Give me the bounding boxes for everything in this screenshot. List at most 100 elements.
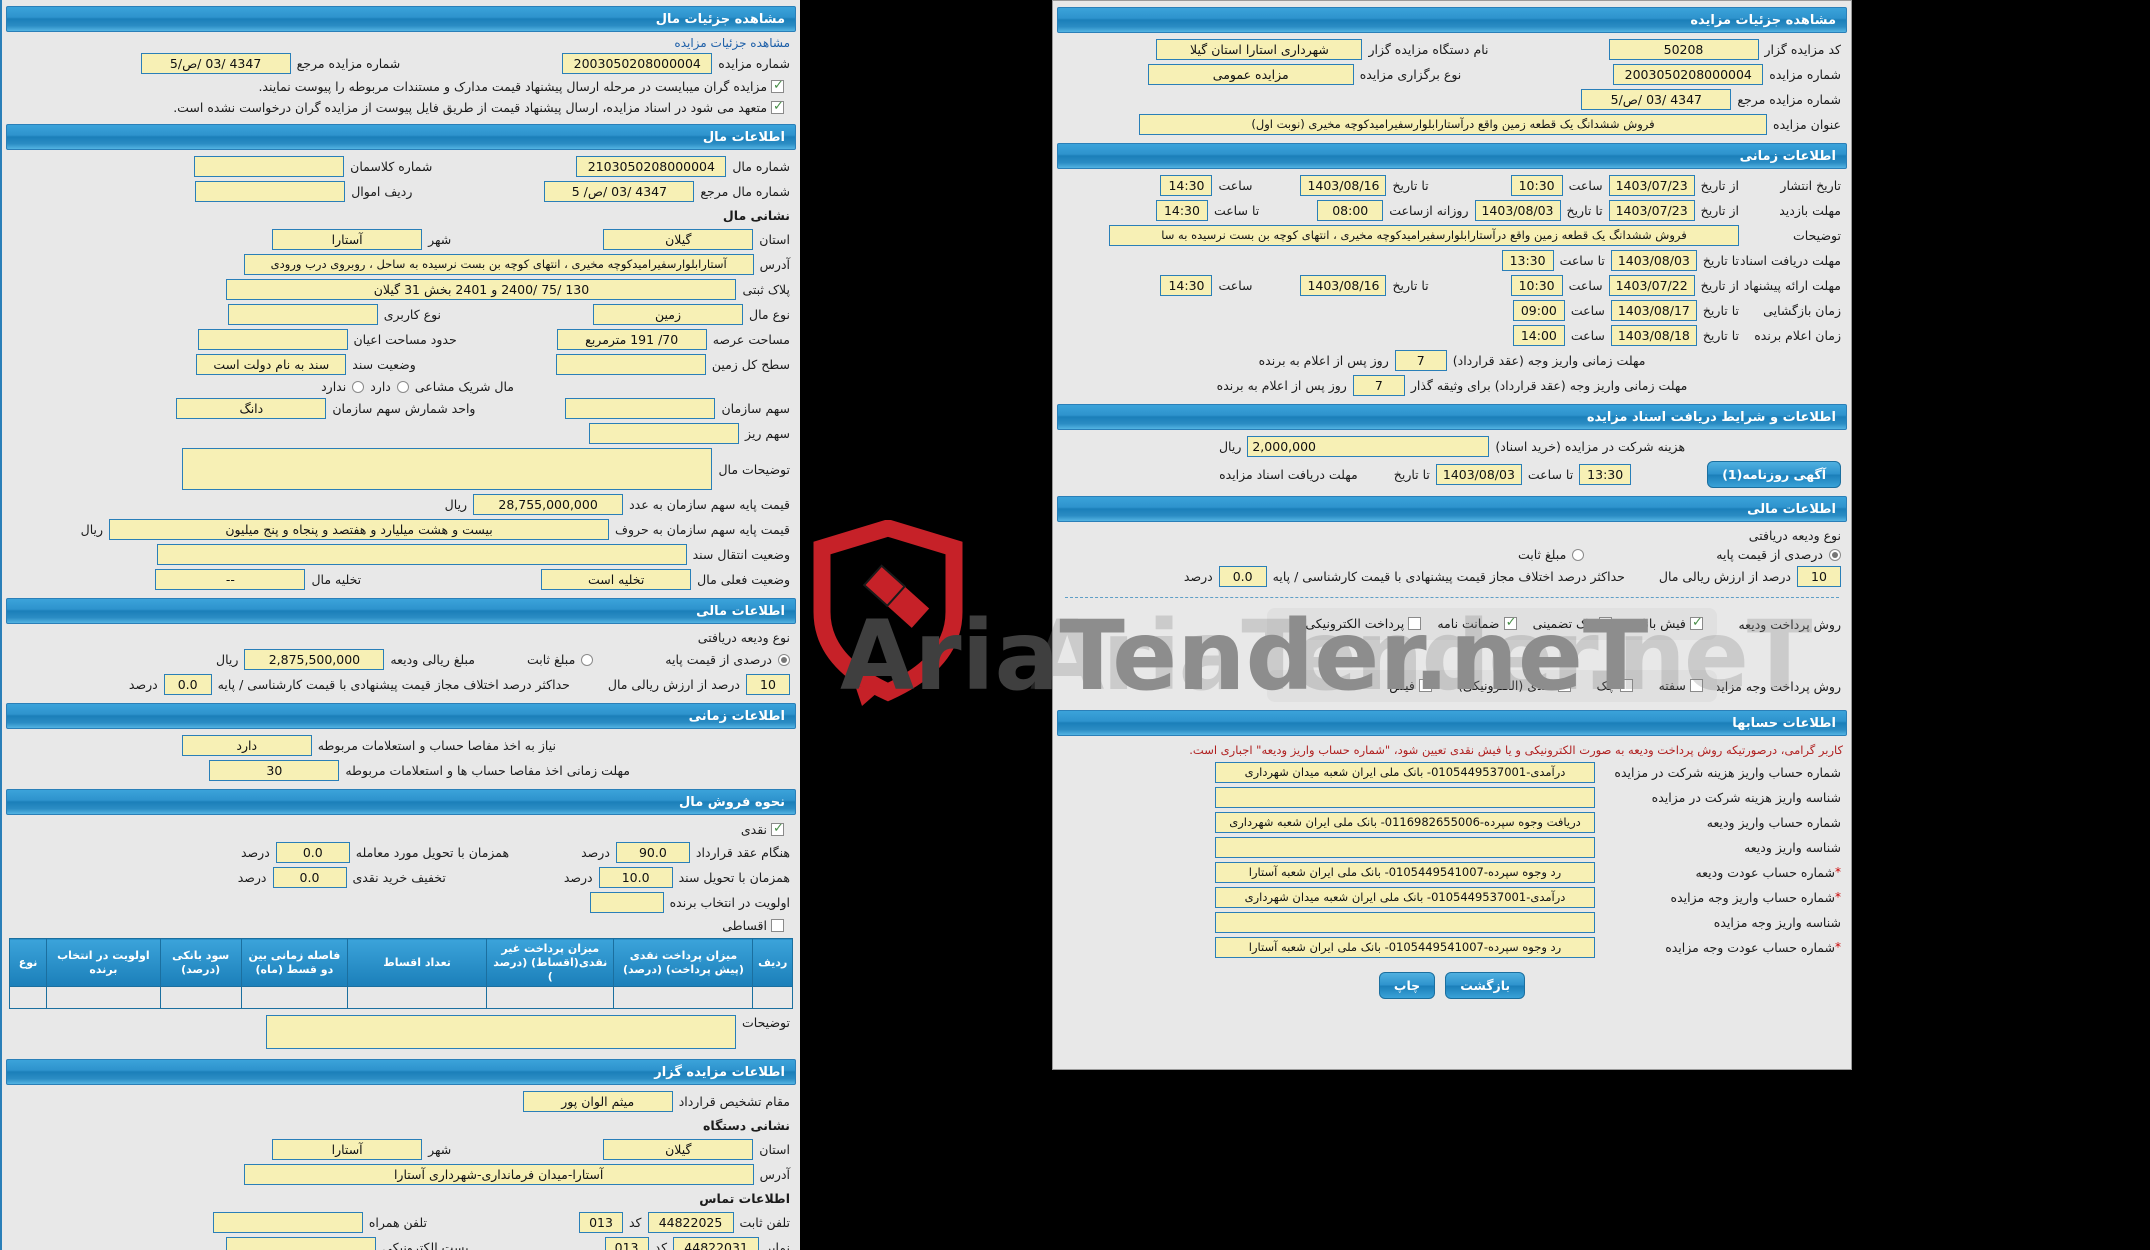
modal-bid-to-date[interactable]: 1403/08/16 xyxy=(1300,275,1387,296)
auction-details-link[interactable]: مشاهده جزئیات مزایده xyxy=(664,32,800,54)
modal-fixed-radio[interactable] xyxy=(1572,548,1585,561)
asset-ref-value[interactable]: 4347 /03 /ص/ 5 xyxy=(544,181,695,202)
asset-area-value[interactable]: 70/ 191 مترمربع xyxy=(556,329,707,350)
modal-back-button[interactable]: بازگشت xyxy=(1445,972,1526,999)
bg-at-delivery-doc-value[interactable]: 10.0 xyxy=(598,867,673,888)
asset-number-value[interactable]: 2103050208000004 xyxy=(576,156,727,177)
asset-city-value[interactable]: آستارا xyxy=(272,229,423,250)
modal-auction-type-value[interactable]: مزایده عمومی xyxy=(1147,64,1354,85)
modal-visit-to-time[interactable]: 14:30 xyxy=(1155,200,1208,221)
bg-mobile-value[interactable] xyxy=(212,1212,363,1234)
bg-at-contract-value[interactable]: 90.0 xyxy=(615,842,690,863)
account-row-value[interactable]: درآمدی-0105449537001- بانک ملی ایران شعب… xyxy=(1215,762,1595,783)
transfer-status-value[interactable] xyxy=(156,544,687,565)
modal-publish-to-date[interactable]: 1403/08/16 xyxy=(1300,175,1387,196)
bg-at-delivery-goods-value[interactable]: 0.0 xyxy=(275,842,350,863)
bg-max-diff-value[interactable]: 0.0 xyxy=(163,674,212,695)
account-row-value[interactable]: رد وجوه سپرده-0105449541007- بانک ملی ای… xyxy=(1215,937,1595,958)
asset-type-value[interactable]: زمین xyxy=(593,304,744,325)
share-unit-value[interactable]: دانگ xyxy=(176,398,327,419)
fine-share-value[interactable] xyxy=(589,423,740,444)
cash-electronic-checkbox-icon[interactable] xyxy=(1557,677,1571,692)
modal-publish-from-time[interactable]: 10:30 xyxy=(1510,175,1563,196)
bg-email-value[interactable] xyxy=(226,1237,377,1250)
deposit-method-0[interactable]: پرداخت الکترونیکی xyxy=(1305,616,1422,632)
electronic-payment-checkbox-icon[interactable] xyxy=(1408,617,1422,630)
evac-value[interactable]: -- xyxy=(155,569,306,590)
modal-docs-to-time[interactable]: 13:30 xyxy=(1501,250,1554,271)
modal-percent-value[interactable]: 10 xyxy=(1797,566,1841,587)
current-status-value[interactable]: تخلیه است xyxy=(541,569,692,590)
building-area-value[interactable] xyxy=(197,329,348,350)
account-row-value[interactable] xyxy=(1215,787,1595,808)
modal-open-date[interactable]: 1403/08/17 xyxy=(1610,300,1697,321)
modal-winner-time[interactable]: 14:00 xyxy=(1512,325,1565,346)
guaranteed-check-checkbox-icon[interactable] xyxy=(1599,617,1613,630)
account-row-value[interactable] xyxy=(1215,912,1595,933)
bg-percent-value[interactable]: 10 xyxy=(746,674,790,695)
modal-pay-deadline2-value[interactable]: 7 xyxy=(1352,375,1405,396)
bg-cash-checkbox-icon[interactable] xyxy=(771,821,784,836)
shared-no-radio[interactable] xyxy=(352,380,365,393)
base-price-num-value[interactable]: 28,755,000,000 xyxy=(473,494,624,515)
receipt-checkbox-icon[interactable] xyxy=(1419,677,1433,692)
bg-org-address-value[interactable]: آستارا-میدان فرمانداری-شهرداری آستارا xyxy=(243,1164,754,1186)
newspaper-ad-button[interactable]: آگهی روزنامه(1) xyxy=(1707,461,1841,488)
payment-method-3[interactable]: سفته xyxy=(1659,678,1703,694)
modal-organizer-code-value[interactable]: 50208 xyxy=(1608,39,1759,60)
bg-fax-code-value[interactable]: 013 xyxy=(604,1237,649,1250)
bg-contract-authority-value[interactable]: میثم الوان پور xyxy=(522,1091,673,1113)
modal-print-button[interactable]: چاپ xyxy=(1378,972,1436,999)
modal-fee-value[interactable]: 2,000,000 xyxy=(1247,436,1490,457)
asset-desc-value[interactable] xyxy=(182,448,713,490)
asset-row-value[interactable] xyxy=(195,181,346,202)
asset-province-value[interactable]: گیلان xyxy=(603,229,754,250)
bg-cash-discount-value[interactable]: 0.0 xyxy=(272,867,347,888)
modal-publish-from-date[interactable]: 1403/07/23 xyxy=(1608,175,1695,196)
modal-docs-deadline-time[interactable]: 13:30 xyxy=(1579,464,1632,485)
note2-checkbox-icon[interactable] xyxy=(771,99,784,114)
account-row-value[interactable]: رد وجوه سپرده-0105449541007- بانک ملی ای… xyxy=(1215,862,1595,883)
modal-bid-from-time[interactable]: 10:30 xyxy=(1510,275,1563,296)
modal-docs-deadline-date[interactable]: 1403/08/03 xyxy=(1435,464,1522,485)
doc-status-value[interactable]: سند به نام دولت است xyxy=(196,354,347,375)
bg-percent-radio[interactable] xyxy=(778,653,790,666)
bank-receipt-checkbox-icon[interactable] xyxy=(1690,615,1703,630)
bg-org-province-value[interactable]: گیلان xyxy=(603,1139,754,1161)
deposit-method-3[interactable]: فیش بانکی xyxy=(1628,615,1703,632)
modal-bid-from-date[interactable]: 1403/07/22 xyxy=(1608,275,1695,296)
modal-auction-title-value[interactable]: فروش ششدانگ یک قطعه زمین واقع درآستارابل… xyxy=(1139,114,1768,135)
modal-docs-to-date[interactable]: 1403/08/03 xyxy=(1610,250,1697,271)
bg-priority-value[interactable] xyxy=(589,892,664,913)
bg-fixed-radio[interactable] xyxy=(581,653,594,666)
payment-method-0[interactable]: فیش xyxy=(1389,677,1433,694)
bg-deposit-amount-value[interactable]: 2,875,500,000 xyxy=(244,649,385,670)
deposit-method-1[interactable]: ضمانت نامه xyxy=(1437,615,1517,632)
promissory-note-checkbox-icon[interactable] xyxy=(1690,679,1703,692)
payment-method-1[interactable]: نقدی (الکترونیکی) xyxy=(1458,677,1571,694)
modal-visit-daily-time[interactable]: 08:00 xyxy=(1317,200,1384,221)
base-price-txt-value[interactable]: بیست و هشت میلیارد و هفتصد و پنجاه و پنج… xyxy=(109,519,610,540)
bg-installment-checkbox-icon[interactable] xyxy=(771,919,784,932)
land-total-value[interactable] xyxy=(555,354,706,375)
bg-org-city-value[interactable]: آستارا xyxy=(272,1139,423,1161)
modal-visit-to-date[interactable]: 1403/08/03 xyxy=(1474,200,1561,221)
bg-fax-value[interactable]: 44822031 xyxy=(673,1237,760,1250)
modal-bid-to-time[interactable]: 14:30 xyxy=(1160,275,1213,296)
bg-sale-desc-value[interactable] xyxy=(266,1015,737,1050)
auction-number-value[interactable]: 2003050208000004 xyxy=(562,53,713,74)
modal-winner-date[interactable]: 1403/08/18 xyxy=(1610,325,1697,346)
account-row-value[interactable]: درآمدی-0105449537001- بانک ملی ایران شعب… xyxy=(1215,887,1595,908)
modal-max-diff-value[interactable]: 0.0 xyxy=(1218,566,1267,587)
bg-phone-code-value[interactable]: 013 xyxy=(579,1212,623,1234)
modal-open-time[interactable]: 09:00 xyxy=(1512,300,1565,321)
classman-value[interactable] xyxy=(194,156,345,177)
asset-address-value[interactable]: آستارابلوارسفیرامیدکوچه مخیری ، انتهای ک… xyxy=(243,254,754,275)
org-share-value[interactable] xyxy=(565,398,716,419)
modal-time-desc-value[interactable]: فروش ششدانگ یک قطعه زمین واقع درآستارابل… xyxy=(1109,225,1739,246)
bg-phone-value[interactable]: 44822025 xyxy=(647,1212,734,1234)
check-checkbox-icon[interactable] xyxy=(1619,679,1633,692)
asset-plate-value[interactable]: 130 /75 /2400 و 2401 بخش 31 گیلان xyxy=(226,279,737,300)
modal-organizer-name-value[interactable]: شهرداری استارا استان گیلا xyxy=(1156,39,1363,60)
account-row-value[interactable] xyxy=(1215,837,1595,858)
